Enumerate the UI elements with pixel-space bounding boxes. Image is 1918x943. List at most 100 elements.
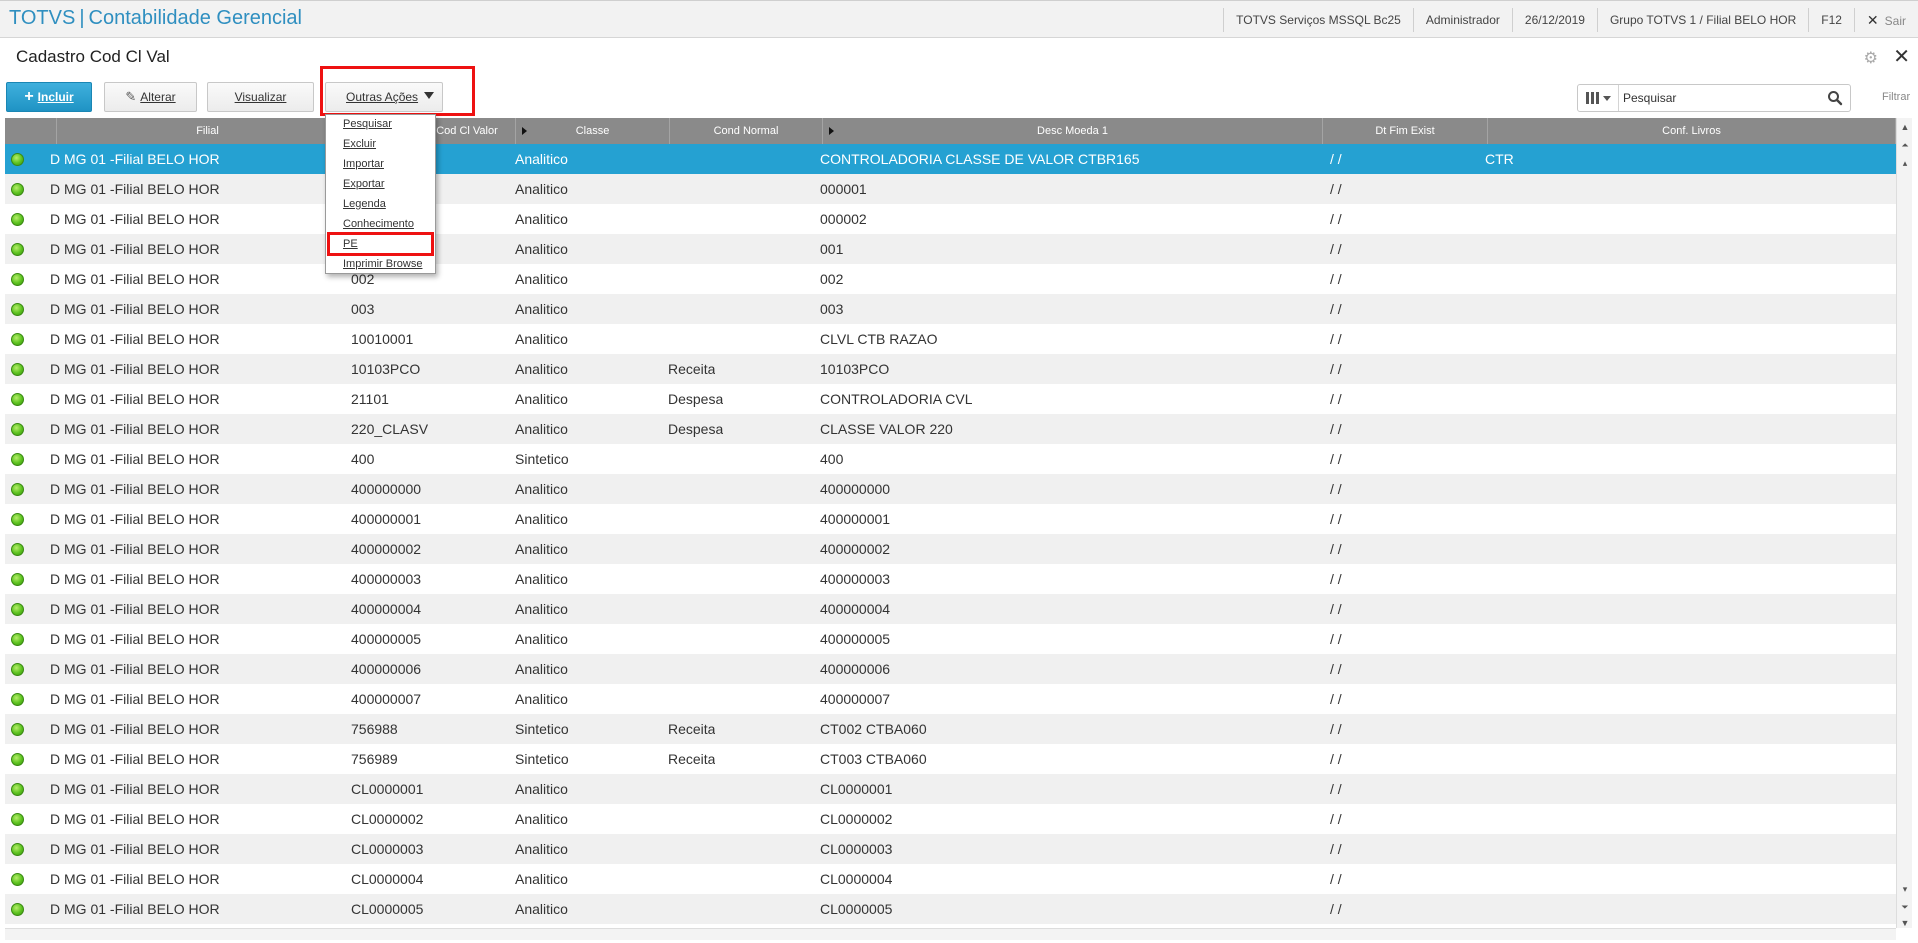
cell-cond: Receita (668, 721, 716, 737)
menu-item-label: Importar (343, 158, 384, 170)
close-window-icon[interactable]: ✕ (1893, 44, 1910, 69)
cell-desc: 003 (820, 301, 844, 317)
status-ok-icon (11, 813, 24, 826)
cell-cod: 756989 (351, 751, 398, 767)
table-row[interactable]: D MG 01 -Filial BELO HOR 400000006 Analiti… (5, 654, 1896, 684)
table-row[interactable]: D MG 01 -Filial BELO HOR 400000000 Analiti… (5, 474, 1896, 504)
table-row[interactable]: D MG 01 -Filial BELO HOR 21101 Analitico De… (5, 384, 1896, 414)
menu-item-label: Conhecimento (343, 218, 414, 230)
table-row[interactable]: D MG 01 -Filial BELO HOR CL0000003 Analiti… (5, 834, 1896, 864)
menu-item-legenda[interactable]: Legenda (326, 194, 435, 214)
vertical-scrollbar[interactable]: ▲ ⏶ ▴ ▾ ⏷ ▼ (1896, 118, 1912, 928)
user-label[interactable]: Administrador (1412, 8, 1512, 32)
cell-cond: Despesa (668, 391, 724, 407)
visualizar-button[interactable]: Visualizar (207, 82, 314, 112)
menu-item-importar[interactable]: Importar (326, 154, 435, 174)
cell-cod: 400000005 (351, 631, 422, 647)
cell-filial: D MG 01 -Filial BELO HOR (50, 331, 220, 347)
shortcut-label[interactable]: F12 (1808, 8, 1854, 32)
cell-filial: D MG 01 -Filial BELO HOR (50, 871, 220, 887)
header-cond-normal[interactable]: Cond Normal (670, 118, 823, 144)
cell-classe: Analitico (515, 511, 568, 527)
scroll-bottom-icon[interactable]: ▼ (1898, 916, 1912, 930)
status-ok-icon (11, 423, 24, 436)
status-ok-icon (11, 753, 24, 766)
table-row[interactable]: D MG 01 -Filial BELO HOR CL0000005 Analiti… (5, 894, 1896, 924)
cell-classe: Sintetico (515, 451, 569, 467)
module-name: Contabilidade Gerencial (88, 7, 302, 29)
scroll-up-icon[interactable]: ▴ (1898, 156, 1912, 170)
status-ok-icon (11, 393, 24, 406)
table-row[interactable]: D MG 01 -Filial BELO HOR CL0000002 Analiti… (5, 804, 1896, 834)
cell-dt: / / (1330, 901, 1342, 917)
menu-item-pesquisar[interactable]: Pesquisar (326, 114, 435, 134)
header-desc-moeda[interactable]: Desc Moeda 1 (823, 118, 1323, 144)
table-row[interactable]: D MG 01 -Filial BELO HOR 400000004 Analiti… (5, 594, 1896, 624)
header-conf-livros[interactable]: Conf. Livros (1488, 118, 1896, 144)
table-row[interactable]: D MG 01 -Filial BELO HOR 400000005 Analiti… (5, 624, 1896, 654)
exit-button[interactable]: ✕ Sair (1853, 8, 1918, 32)
cell-filial: D MG 01 -Filial BELO HOR (50, 571, 220, 587)
table-row[interactable]: D MG 01 -Filial BELO HOR 400000007 Analiti… (5, 684, 1896, 714)
table-row[interactable]: D MG 01 -Filial BELO HOR 756989 Sintetico R… (5, 744, 1896, 774)
search-icon[interactable] (1826, 89, 1844, 107)
cell-classe: Analitico (515, 301, 568, 317)
table-row[interactable]: D MG 01 -Filial BELO HOR 400 Sintetico 400 /… (5, 444, 1896, 474)
table-row[interactable]: D MG 01 -Filial BELO HOR Analitico CONTROL… (5, 144, 1896, 174)
menu-item-conhecimento[interactable]: Conhecimento (326, 214, 435, 234)
table-row[interactable]: D MG 01 -Filial BELO HOR 400000001 Analiti… (5, 504, 1896, 534)
gear-icon[interactable]: ⚙ (1864, 48, 1878, 68)
horizontal-scrollbar[interactable] (5, 928, 1896, 940)
table-row[interactable]: D MG 01 -Filial BELO HOR 002 Analitico 002/… (5, 264, 1896, 294)
cell-dt: / / (1330, 601, 1342, 617)
table-row[interactable]: D MG 01 -Filial BELO HOR Analitico 000001 /… (5, 174, 1896, 204)
filter-link[interactable]: Filtrar (1882, 91, 1910, 103)
search-input[interactable] (1623, 88, 1813, 108)
column-selector-button[interactable] (1578, 85, 1619, 111)
header-filial[interactable]: Filial (57, 118, 359, 144)
table-row[interactable]: D MG 01 -Filial BELO HOR 003 Analitico 003 /… (5, 294, 1896, 324)
status-ok-icon (11, 273, 24, 286)
table-row[interactable]: D MG 01 -Filial BELO HOR CL0000001 Analiti… (5, 774, 1896, 804)
table-row[interactable]: D MG 01 -Filial BELO HOR CL0000004 Analiti… (5, 864, 1896, 894)
scroll-top-icon[interactable]: ▲ (1898, 120, 1912, 134)
table-row[interactable]: D MG 01 -Filial BELO HOR 400000003 Analiti… (5, 564, 1896, 594)
cell-cod: 400000006 (351, 661, 422, 677)
incluir-button[interactable]: + Incluir (6, 82, 92, 112)
table-row[interactable]: D MG 01 -Filial BELO HOR Analitico 000002 /… (5, 204, 1896, 234)
cell-dt: / / (1330, 631, 1342, 647)
environment-label[interactable]: TOTVS Serviços MSSQL Bc25 (1223, 8, 1413, 32)
table-row[interactable]: D MG 01 -Filial BELO HOR 756988 Sintetico R… (5, 714, 1896, 744)
cell-desc: 000001 (820, 181, 867, 197)
header-status[interactable] (5, 118, 57, 144)
status-ok-icon (11, 633, 24, 646)
alterar-button[interactable]: ✎ Alterar (104, 82, 197, 112)
status-ok-icon (11, 573, 24, 586)
cell-classe: Analitico (515, 271, 568, 287)
header-classe[interactable]: Classe (516, 118, 670, 144)
table-row[interactable]: D MG 01 -Filial BELO HOR 10103PCO Analitic… (5, 354, 1896, 384)
table-row[interactable]: D MG 01 -Filial BELO HOR 220_CLASV Analiti… (5, 414, 1896, 444)
header-desc-moeda-label: Desc Moeda 1 (1037, 125, 1108, 137)
branch-label[interactable]: Grupo TOTVS 1 / Filial BELO HOR (1596, 8, 1808, 32)
scroll-down-icon[interactable]: ▾ (1898, 882, 1912, 896)
date-label[interactable]: 26/12/2019 (1511, 8, 1597, 32)
brand: TOTVS (9, 7, 76, 29)
incluir-label: Incluir (37, 90, 74, 104)
table-row[interactable]: D MG 01 -Filial BELO HOR 10010001 Analitic… (5, 324, 1896, 354)
scroll-page-up-icon[interactable]: ⏶ (1898, 138, 1912, 152)
menu-item-imprimir-browse[interactable]: Imprimir Browse (326, 254, 435, 274)
grid-rows: D MG 01 -Filial BELO HOR Analitico CONTROL… (5, 144, 1896, 924)
header-dt-fim-exist[interactable]: Dt Fim Exist (1323, 118, 1488, 144)
cell-classe: Analitico (515, 781, 568, 797)
menu-item-excluir[interactable]: Excluir (326, 134, 435, 154)
menu-item-exportar[interactable]: Exportar (326, 174, 435, 194)
cell-desc: 400000007 (820, 691, 891, 707)
cell-classe: Sintetico (515, 751, 569, 767)
table-row[interactable]: D MG 01 -Filial BELO HOR Analitico 001 / / (5, 234, 1896, 264)
cell-classe: Analitico (515, 871, 568, 887)
table-row[interactable]: D MG 01 -Filial BELO HOR 400000002 Analiti… (5, 534, 1896, 564)
scroll-page-down-icon[interactable]: ⏷ (1898, 900, 1912, 914)
status-ok-icon (11, 903, 24, 916)
cell-filial: D MG 01 -Filial BELO HOR (50, 691, 220, 707)
